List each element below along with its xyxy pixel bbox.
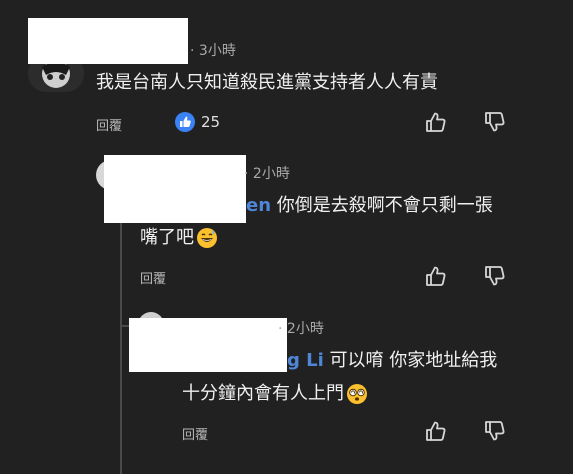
time-separator: · (244, 166, 249, 182)
comment-text-line-2: 嘴了吧 (140, 222, 218, 254)
like-count: 25 (201, 113, 221, 131)
time-label: 2小時 (286, 321, 324, 337)
thumbs-down-icon[interactable] (484, 111, 506, 133)
comment-time: · 3小時 (190, 40, 236, 60)
time-separator: · (278, 321, 283, 337)
redacted-author-name (28, 18, 188, 64)
like-reaction-icon (175, 112, 195, 132)
comment-text: 十分鐘內會有人上門 (182, 383, 344, 404)
comment-text-line-1: en 你倒是去殺啊不會只剩一張 (246, 190, 493, 222)
dizzy-face-icon (346, 383, 368, 405)
comment-text: 你倒是去殺啊不會只剩一張 (271, 195, 493, 216)
reply-button[interactable]: 回覆 (140, 268, 166, 287)
thumbs-up-icon[interactable] (425, 111, 447, 133)
redacted-author-name (104, 155, 246, 223)
comment-text: 可以唷 你家地址給我 (323, 350, 498, 371)
comment-text-line-2: 十分鐘內會有人上門 (182, 378, 368, 410)
grinning-sweat-face-icon (196, 227, 218, 249)
like-count-badge[interactable]: 25 (175, 112, 220, 132)
thumbs-down-icon[interactable] (484, 265, 506, 287)
mention-tag[interactable]: en (246, 195, 271, 216)
comment-time: · 2小時 (278, 318, 324, 338)
reply-button[interactable]: 回覆 (96, 115, 122, 134)
comment-time: · 2小時 (244, 163, 290, 183)
comment-text: 嘴了吧 (140, 227, 194, 248)
comment-text-line-1: g Li 可以唷 你家地址給我 (287, 345, 497, 377)
thumbs-up-icon[interactable] (425, 265, 447, 287)
reply-button[interactable]: 回覆 (182, 424, 208, 443)
redacted-author-name (129, 318, 287, 372)
time-separator: · (190, 43, 195, 59)
thread-line (120, 200, 122, 474)
comment-text: 我是台南人只知道殺民進黨支持者人人有責 (96, 72, 438, 93)
mention-tag[interactable]: g Li (287, 350, 324, 371)
time-label: 3小時 (198, 43, 236, 59)
thumbs-up-icon[interactable] (425, 420, 447, 442)
thumbs-down-icon[interactable] (484, 420, 506, 442)
time-label: 2小時 (252, 166, 290, 182)
